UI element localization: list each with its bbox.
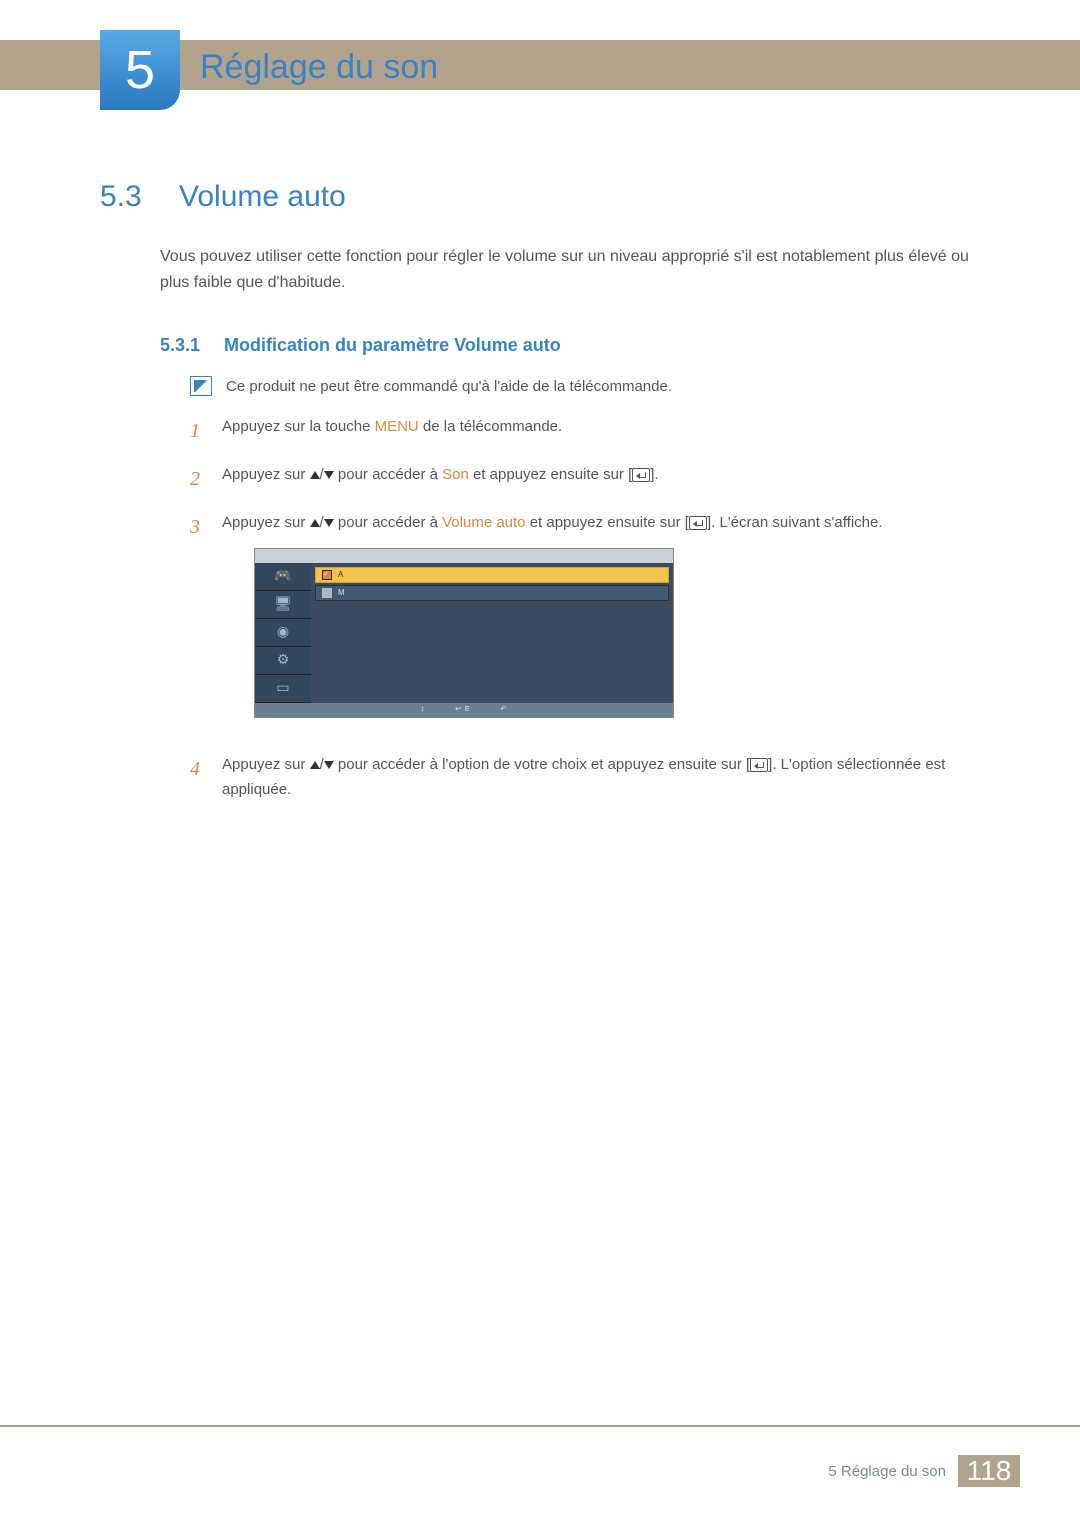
note-text: Ce produit ne peut être commandé qu'à l'… (226, 378, 672, 395)
chapter-number: 5 (125, 39, 155, 101)
osd-row-selected: ✓ A (315, 567, 669, 583)
section-title: Volume auto (179, 180, 346, 214)
keyword-son: Son (442, 466, 469, 483)
chapter-number-tab: 5 (100, 30, 180, 110)
up-arrow-icon (310, 471, 320, 479)
step-number: 2 (190, 462, 204, 496)
down-arrow-icon (324, 519, 334, 527)
note-icon (190, 376, 212, 396)
osd-main: 🎮 🖥 ◉ ⚙ ▭ ✓ A (255, 563, 673, 703)
osd-row-label: A (338, 568, 345, 582)
osd-hint-move (421, 704, 426, 716)
osd-sidebar-icon: ◉ (255, 619, 311, 647)
osd-sidebar-icon: ⚙ (255, 647, 311, 675)
osd-screenshot: 🎮 🖥 ◉ ⚙ ▭ ✓ A (254, 548, 674, 718)
chapter-title: Réglage du son (200, 48, 438, 87)
step-number: 4 (190, 752, 204, 803)
step-body: Appuyez sur / pour accéder à l'option de… (222, 752, 980, 803)
footer: 5 Réglage du son 118 (828, 1455, 1020, 1487)
footer-label: 5 Réglage du son (828, 1455, 958, 1487)
section-number: 5.3 (100, 180, 155, 214)
osd-row: M (315, 585, 669, 601)
down-arrow-icon (324, 761, 334, 769)
note: Ce produit ne peut être commandé qu'à l'… (190, 376, 980, 396)
step-1: 1 Appuyez sur la touche MENU de la téléc… (190, 414, 980, 448)
section-heading: 5.3 Volume auto (100, 180, 980, 214)
enter-icon (632, 468, 650, 482)
step-number: 3 (190, 510, 204, 738)
page-content: 5.3 Volume auto Vous pouvez utiliser cet… (100, 180, 980, 817)
osd-sidebar-icon: 🎮 (255, 563, 311, 591)
subsection-heading: 5.3.1 Modification du paramètre Volume a… (160, 335, 980, 356)
step-3: 3 Appuyez sur / pour accéder à Volume au… (190, 510, 980, 738)
osd-sidebar-icon: ▭ (255, 675, 311, 703)
page-number: 118 (958, 1455, 1020, 1487)
osd-check-icon: ✓ (322, 570, 332, 580)
footer-divider (0, 1425, 1080, 1427)
enter-icon (750, 758, 768, 772)
osd-sidebar-icon: 🖥 (255, 591, 311, 619)
steps-list: 1 Appuyez sur la touche MENU de la téléc… (190, 414, 980, 803)
step-body: Appuyez sur / pour accéder à Volume auto… (222, 510, 980, 738)
osd-hint-return (501, 704, 508, 716)
osd-hintbar: E (255, 703, 673, 717)
keyword-menu: MENU (375, 418, 419, 435)
enter-icon (689, 516, 707, 530)
osd-row-label: M (338, 586, 347, 600)
osd-sidebar: 🎮 🖥 ◉ ⚙ ▭ (255, 563, 311, 703)
subsection-title: Modification du paramètre Volume auto (224, 335, 561, 356)
up-arrow-icon (310, 761, 320, 769)
keyword-volume-auto: Volume auto (442, 514, 525, 531)
step-number: 1 (190, 414, 204, 448)
step-body: Appuyez sur la touche MENU de la télécom… (222, 414, 980, 448)
osd-body: ✓ A M (311, 563, 673, 703)
step-body: Appuyez sur / pour accéder à Son et appu… (222, 462, 980, 496)
osd-titlebar (255, 549, 673, 563)
osd-blank-icon (322, 588, 332, 598)
up-arrow-icon (310, 519, 320, 527)
osd-hint-enter: E (455, 704, 470, 716)
section-intro: Vous pouvez utiliser cette fonction pour… (160, 244, 980, 295)
step-2: 2 Appuyez sur / pour accéder à Son et ap… (190, 462, 980, 496)
step-4: 4 Appuyez sur / pour accéder à l'option … (190, 752, 980, 803)
down-arrow-icon (324, 471, 334, 479)
subsection-number: 5.3.1 (160, 335, 200, 356)
